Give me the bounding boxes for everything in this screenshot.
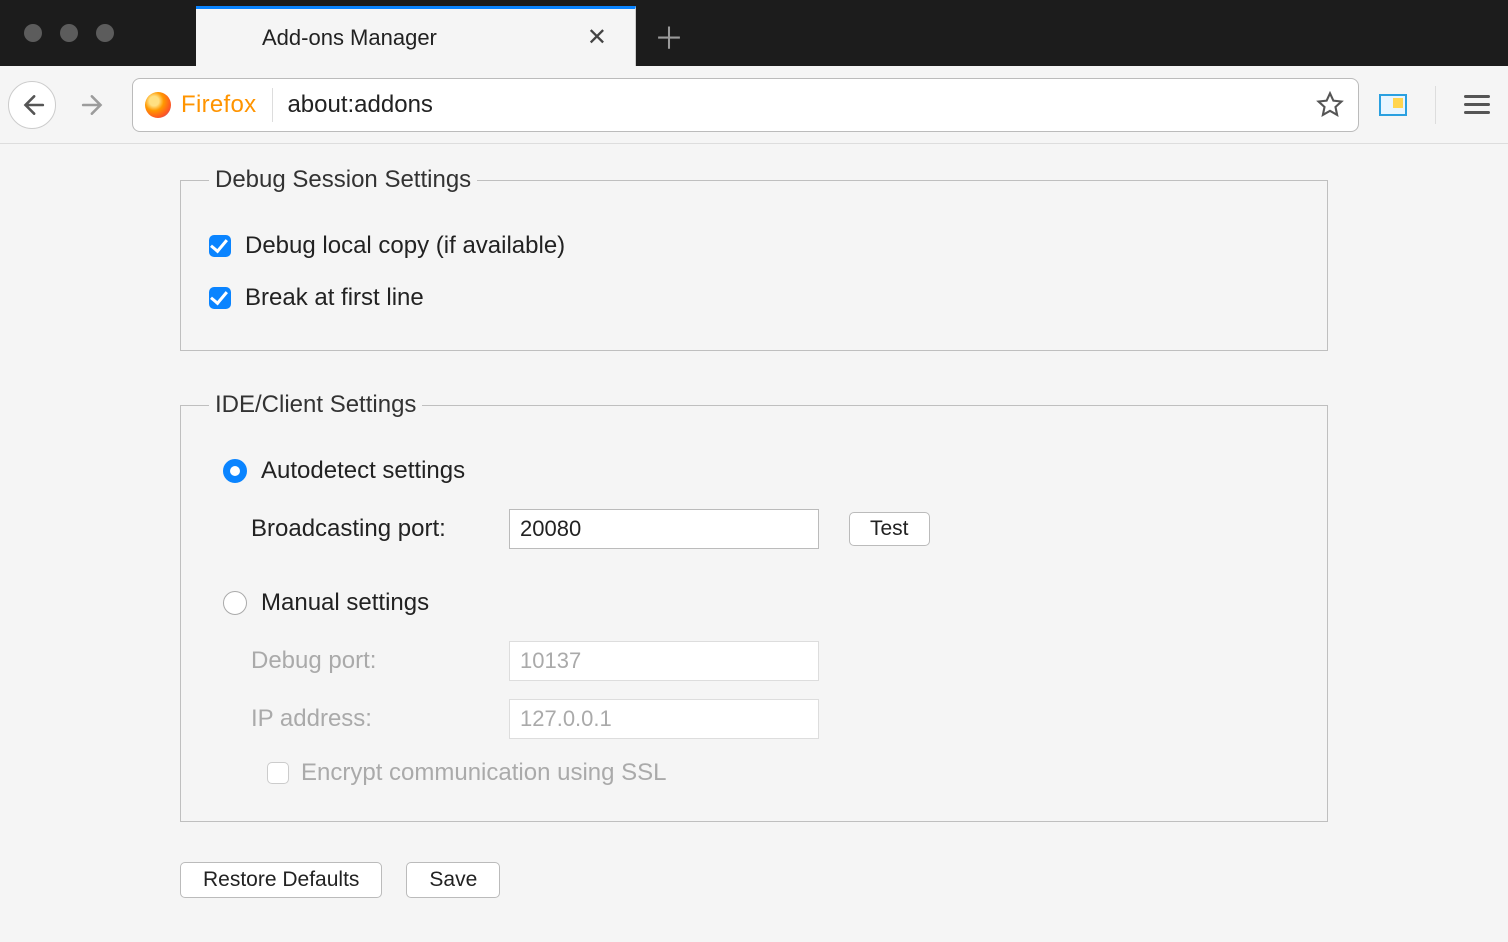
toolbar-right — [1373, 86, 1490, 124]
url-text[interactable]: about:addons — [287, 91, 1302, 119]
window-controls — [16, 0, 126, 66]
autodetect-label: Autodetect settings — [261, 457, 465, 485]
window-tabstrip: Add-ons Manager ✕ ＋ — [0, 0, 1508, 66]
debug-local-copy-checkbox[interactable] — [209, 235, 231, 257]
ide-client-settings-group: IDE/Client Settings Autodetect settings … — [180, 391, 1328, 822]
autodetect-radio[interactable] — [223, 459, 247, 483]
nav-forward-button[interactable] — [70, 81, 118, 129]
manual-row: Manual settings — [223, 589, 1299, 617]
broadcasting-port-row: Broadcasting port: Test — [251, 509, 1299, 549]
bookmark-star-icon[interactable] — [1316, 91, 1344, 119]
site-identity-label: Firefox — [181, 91, 256, 119]
site-identity[interactable]: Firefox — [145, 88, 273, 122]
ssl-label: Encrypt communication using SSL — [301, 759, 667, 787]
autodetect-subgroup: Broadcasting port: Test — [209, 509, 1299, 549]
tab-title: Add-ons Manager — [262, 25, 561, 51]
new-tab-button[interactable]: ＋ — [636, 6, 702, 66]
ssl-row: Encrypt communication using SSL — [251, 759, 1299, 787]
debug-session-settings-group: Debug Session Settings Debug local copy … — [180, 166, 1328, 351]
save-button[interactable]: Save — [406, 862, 500, 898]
manual-label: Manual settings — [261, 589, 429, 617]
nav-back-button[interactable] — [8, 81, 56, 129]
manual-radio[interactable] — [223, 591, 247, 615]
broadcasting-port-label: Broadcasting port: — [251, 515, 479, 543]
ip-address-label: IP address: — [251, 705, 479, 733]
app-menu-button[interactable] — [1464, 95, 1490, 114]
break-first-line-checkbox[interactable] — [209, 287, 231, 309]
test-button[interactable]: Test — [849, 512, 930, 546]
arrow-left-icon — [19, 92, 45, 118]
window-zoom-dot[interactable] — [96, 24, 114, 42]
break-first-line-row: Break at first line — [209, 284, 1299, 312]
window-close-dot[interactable] — [24, 24, 42, 42]
firefox-logo-icon — [145, 92, 171, 118]
ip-address-input[interactable] — [509, 699, 819, 739]
url-bar[interactable]: Firefox about:addons — [132, 78, 1359, 132]
tab-close-button[interactable]: ✕ — [579, 19, 615, 56]
debug-port-row: Debug port: — [251, 641, 1299, 681]
window-minimize-dot[interactable] — [60, 24, 78, 42]
autodetect-row: Autodetect settings — [223, 457, 1299, 485]
break-first-line-label: Break at first line — [245, 284, 424, 312]
addons-settings-page: Debug Session Settings Debug local copy … — [0, 144, 1508, 938]
ide-client-legend: IDE/Client Settings — [209, 391, 422, 419]
debug-local-copy-row: Debug local copy (if available) — [209, 232, 1299, 260]
toolbar-divider — [1435, 86, 1436, 124]
screenshot-icon[interactable] — [1379, 94, 1407, 116]
debug-port-label: Debug port: — [251, 647, 479, 675]
ip-address-row: IP address: — [251, 699, 1299, 739]
ssl-checkbox[interactable] — [267, 762, 289, 784]
broadcasting-port-input[interactable] — [509, 509, 819, 549]
browser-toolbar: Firefox about:addons — [0, 66, 1508, 144]
browser-tab-active[interactable]: Add-ons Manager ✕ — [196, 6, 636, 66]
restore-defaults-button[interactable]: Restore Defaults — [180, 862, 382, 898]
debug-session-legend: Debug Session Settings — [209, 166, 477, 194]
action-buttons: Restore Defaults Save — [180, 862, 1328, 898]
manual-subgroup: Debug port: IP address: Encrypt communic… — [209, 641, 1299, 787]
debug-local-copy-label: Debug local copy (if available) — [245, 232, 565, 260]
puzzle-icon — [218, 25, 244, 51]
debug-port-input[interactable] — [509, 641, 819, 681]
arrow-right-icon — [81, 92, 107, 118]
